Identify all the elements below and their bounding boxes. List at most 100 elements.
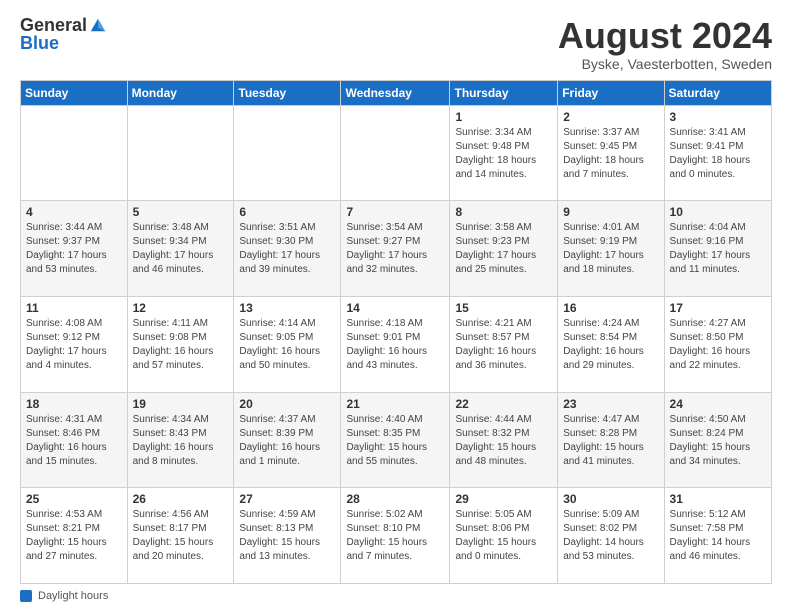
- day-number: 31: [670, 492, 766, 506]
- daylight-label: Daylight hours: [38, 590, 108, 602]
- table-row: 13 Sunrise: 4:14 AMSunset: 9:05 PMDayligh…: [234, 296, 341, 392]
- day-info: Sunrise: 4:18 AMSunset: 9:01 PMDaylight:…: [346, 317, 444, 373]
- day-number: 3: [670, 110, 766, 124]
- day-info: Sunrise: 4:44 AMSunset: 8:32 PMDaylight:…: [455, 413, 552, 469]
- table-row: 18 Sunrise: 4:31 AMSunset: 8:46 PMDayligh…: [21, 392, 128, 488]
- day-number: 13: [239, 301, 335, 315]
- day-number: 8: [455, 205, 552, 219]
- calendar-week-row: 25 Sunrise: 4:53 AMSunset: 8:21 PMDayligh…: [21, 488, 772, 584]
- day-info: Sunrise: 4:47 AMSunset: 8:28 PMDaylight:…: [563, 413, 658, 469]
- day-info: Sunrise: 4:01 AMSunset: 9:19 PMDaylight:…: [563, 221, 658, 277]
- day-info: Sunrise: 4:53 AMSunset: 8:21 PMDaylight:…: [26, 508, 122, 564]
- day-number: 12: [133, 301, 229, 315]
- day-number: 6: [239, 205, 335, 219]
- day-number: 5: [133, 205, 229, 219]
- day-number: 19: [133, 397, 229, 411]
- table-row: 10 Sunrise: 4:04 AMSunset: 9:16 PMDayligh…: [664, 201, 771, 297]
- table-row: 5 Sunrise: 3:48 AMSunset: 9:34 PMDaylight…: [127, 201, 234, 297]
- logo: General Blue: [20, 16, 107, 53]
- main-title: August 2024: [558, 16, 772, 56]
- table-row: 7 Sunrise: 3:54 AMSunset: 9:27 PMDaylight…: [341, 201, 450, 297]
- day-info: Sunrise: 4:34 AMSunset: 8:43 PMDaylight:…: [133, 413, 229, 469]
- table-row: [341, 105, 450, 201]
- table-row: [234, 105, 341, 201]
- table-row: 29 Sunrise: 5:05 AMSunset: 8:06 PMDayligh…: [450, 488, 558, 584]
- title-block: August 2024 Byske, Vaesterbotten, Sweden: [558, 16, 772, 72]
- day-info: Sunrise: 4:56 AMSunset: 8:17 PMDaylight:…: [133, 508, 229, 564]
- table-row: [21, 105, 128, 201]
- day-info: Sunrise: 4:59 AMSunset: 8:13 PMDaylight:…: [239, 508, 335, 564]
- calendar-week-row: 18 Sunrise: 4:31 AMSunset: 8:46 PMDayligh…: [21, 392, 772, 488]
- day-number: 23: [563, 397, 658, 411]
- day-number: 22: [455, 397, 552, 411]
- daylight-dot: [20, 590, 32, 602]
- col-friday: Friday: [558, 80, 664, 105]
- logo-general-text: General: [20, 16, 87, 34]
- table-row: 1 Sunrise: 3:34 AMSunset: 9:48 PMDaylight…: [450, 105, 558, 201]
- day-number: 16: [563, 301, 658, 315]
- day-info: Sunrise: 3:58 AMSunset: 9:23 PMDaylight:…: [455, 221, 552, 277]
- day-info: Sunrise: 4:40 AMSunset: 8:35 PMDaylight:…: [346, 413, 444, 469]
- day-number: 1: [455, 110, 552, 124]
- header: General Blue August 2024 Byske, Vaesterb…: [20, 16, 772, 72]
- day-info: Sunrise: 3:44 AMSunset: 9:37 PMDaylight:…: [26, 221, 122, 277]
- day-number: 27: [239, 492, 335, 506]
- table-row: 19 Sunrise: 4:34 AMSunset: 8:43 PMDayligh…: [127, 392, 234, 488]
- table-row: 20Sunrise: 4:37 AMSunset: 8:39 PMDayligh…: [234, 392, 341, 488]
- day-number: 26: [133, 492, 229, 506]
- day-info: Sunrise: 4:11 AMSunset: 9:08 PMDaylight:…: [133, 317, 229, 373]
- table-row: 3 Sunrise: 3:41 AMSunset: 9:41 PMDaylight…: [664, 105, 771, 201]
- day-info: Sunrise: 4:50 AMSunset: 8:24 PMDaylight:…: [670, 413, 766, 469]
- table-row: 9 Sunrise: 4:01 AMSunset: 9:19 PMDaylight…: [558, 201, 664, 297]
- table-row: 21Sunrise: 4:40 AMSunset: 8:35 PMDayligh…: [341, 392, 450, 488]
- day-info: Sunrise: 3:54 AMSunset: 9:27 PMDaylight:…: [346, 221, 444, 277]
- table-row: 11 Sunrise: 4:08 AMSunset: 9:12 PMDayligh…: [21, 296, 128, 392]
- col-saturday: Saturday: [664, 80, 771, 105]
- day-number: 30: [563, 492, 658, 506]
- table-row: 15Sunrise: 4:21 AMSunset: 8:57 PMDayligh…: [450, 296, 558, 392]
- day-number: 9: [563, 205, 658, 219]
- day-info: Sunrise: 5:05 AMSunset: 8:06 PMDaylight:…: [455, 508, 552, 564]
- table-row: 16 Sunrise: 4:24 AMSunset: 8:54 PMDayligh…: [558, 296, 664, 392]
- calendar-week-row: 11 Sunrise: 4:08 AMSunset: 9:12 PMDayligh…: [21, 296, 772, 392]
- calendar-week-row: 1 Sunrise: 3:34 AMSunset: 9:48 PMDaylight…: [21, 105, 772, 201]
- day-info: Sunrise: 5:09 AMSunset: 8:02 PMDaylight:…: [563, 508, 658, 564]
- day-info: Sunrise: 3:41 AMSunset: 9:41 PMDaylight:…: [670, 126, 766, 182]
- table-row: 23 Sunrise: 4:47 AMSunset: 8:28 PMDayligh…: [558, 392, 664, 488]
- table-row: 27 Sunrise: 4:59 AMSunset: 8:13 PMDayligh…: [234, 488, 341, 584]
- day-number: 10: [670, 205, 766, 219]
- table-row: 28Sunrise: 5:02 AMSunset: 8:10 PMDayligh…: [341, 488, 450, 584]
- day-number: 11: [26, 301, 122, 315]
- day-number: 17: [670, 301, 766, 315]
- subtitle: Byske, Vaesterbotten, Sweden: [558, 56, 772, 72]
- day-info: Sunrise: 4:24 AMSunset: 8:54 PMDaylight:…: [563, 317, 658, 373]
- day-info: Sunrise: 4:08 AMSunset: 9:12 PMDaylight:…: [26, 317, 122, 373]
- table-row: 8 Sunrise: 3:58 AMSunset: 9:23 PMDaylight…: [450, 201, 558, 297]
- day-info: Sunrise: 3:48 AMSunset: 9:34 PMDaylight:…: [133, 221, 229, 277]
- day-number: 29: [455, 492, 552, 506]
- calendar-header-row: Sunday Monday Tuesday Wednesday Thursday…: [21, 80, 772, 105]
- col-tuesday: Tuesday: [234, 80, 341, 105]
- day-number: 2: [563, 110, 658, 124]
- day-number: 4: [26, 205, 122, 219]
- day-info: Sunrise: 4:27 AMSunset: 8:50 PMDaylight:…: [670, 317, 766, 373]
- day-number: 18: [26, 397, 122, 411]
- table-row: 17 Sunrise: 4:27 AMSunset: 8:50 PMDayligh…: [664, 296, 771, 392]
- day-number: 15: [455, 301, 552, 315]
- logo-blue-text: Blue: [20, 33, 59, 53]
- day-info: Sunrise: 4:31 AMSunset: 8:46 PMDaylight:…: [26, 413, 122, 469]
- calendar-week-row: 4 Sunrise: 3:44 AMSunset: 9:37 PMDaylight…: [21, 201, 772, 297]
- table-row: 24Sunrise: 4:50 AMSunset: 8:24 PMDayligh…: [664, 392, 771, 488]
- day-info: Sunrise: 5:02 AMSunset: 8:10 PMDaylight:…: [346, 508, 444, 564]
- day-number: 7: [346, 205, 444, 219]
- table-row: 26 Sunrise: 4:56 AMSunset: 8:17 PMDayligh…: [127, 488, 234, 584]
- table-row: 31Sunrise: 5:12 AMSunset: 7:58 PMDayligh…: [664, 488, 771, 584]
- day-info: Sunrise: 3:34 AMSunset: 9:48 PMDaylight:…: [455, 126, 552, 182]
- day-info: Sunrise: 4:37 AMSunset: 8:39 PMDaylight:…: [239, 413, 335, 469]
- day-number: 25: [26, 492, 122, 506]
- table-row: 6Sunrise: 3:51 AMSunset: 9:30 PMDaylight…: [234, 201, 341, 297]
- table-row: 22 Sunrise: 4:44 AMSunset: 8:32 PMDayligh…: [450, 392, 558, 488]
- day-info: Sunrise: 4:14 AMSunset: 9:05 PMDaylight:…: [239, 317, 335, 373]
- day-info: Sunrise: 4:04 AMSunset: 9:16 PMDaylight:…: [670, 221, 766, 277]
- page: General Blue August 2024 Byske, Vaesterb…: [0, 0, 792, 612]
